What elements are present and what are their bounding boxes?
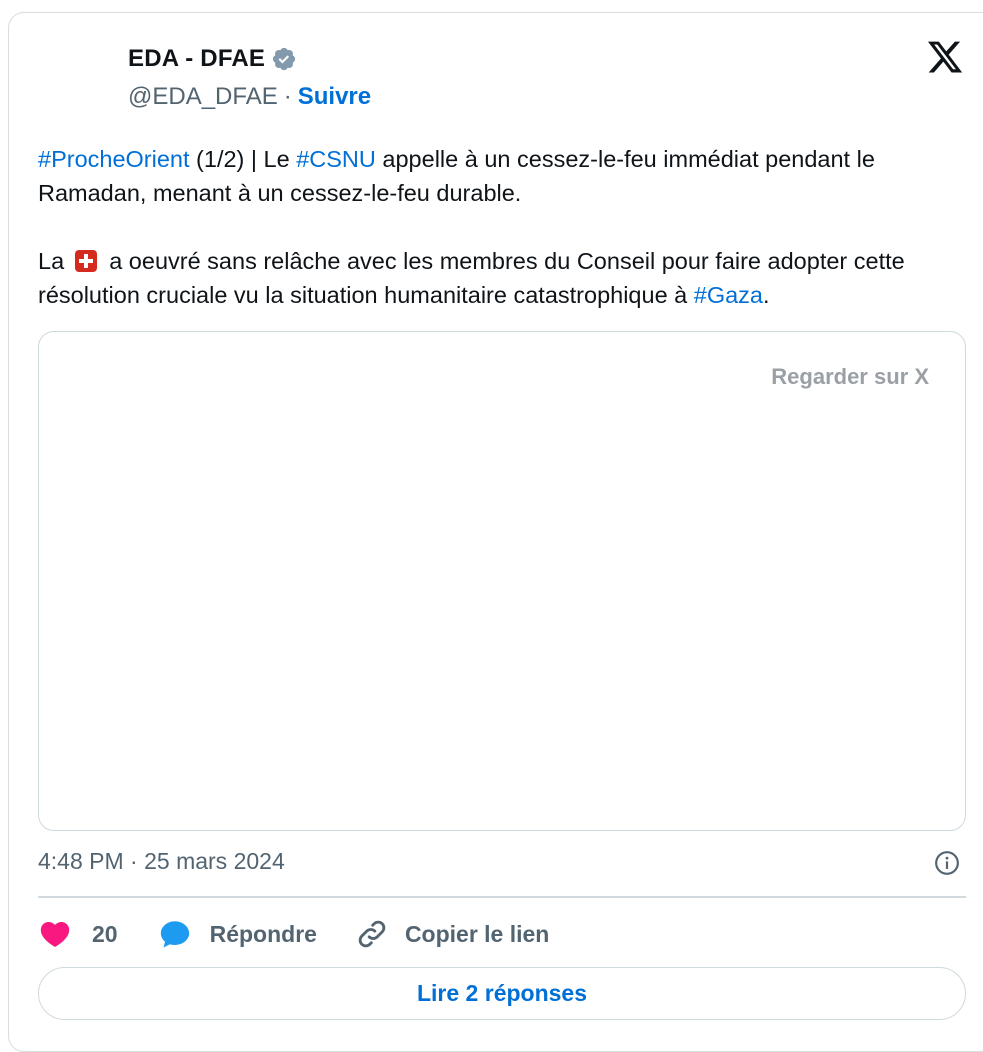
hashtag-link-csnu[interactable]: #CSNU (296, 146, 376, 172)
copy-link-button[interactable]: Copier le lien (355, 917, 549, 951)
hashtag-link-gaza[interactable]: #Gaza (694, 282, 763, 308)
reply-button[interactable]: Répondre (158, 917, 317, 951)
watch-on-x-link[interactable]: Regarder sur X (771, 364, 929, 390)
follow-button[interactable]: Suivre (298, 83, 371, 111)
like-button[interactable]: 20 (38, 917, 118, 951)
read-replies-button[interactable]: Lire 2 réponses (38, 967, 966, 1020)
author-block: EDA - DFAE @EDA_DFAE · Suivre (128, 44, 371, 112)
info-icon[interactable] (934, 850, 960, 876)
author-handle[interactable]: @EDA_DFAE (128, 83, 278, 111)
verified-badge-icon (273, 47, 296, 71)
copy-link-label: Copier le lien (404, 920, 550, 947)
tweet-paragraph-2: La a oeuvré sans relâche avec les membre… (38, 244, 973, 312)
author-name[interactable]: EDA - DFAE (128, 45, 265, 73)
tweet-timestamp[interactable]: 4:48 PM · 25 mars 2024 (38, 848, 285, 875)
divider (38, 896, 966, 898)
tweet-text-segment: La (38, 248, 65, 274)
hashtag-link-procheorient[interactable]: #ProcheOrient (38, 146, 190, 172)
separator-dot: · (283, 83, 292, 110)
reply-label: Répondre (209, 920, 317, 947)
heart-icon (40, 921, 70, 947)
x-logo-icon[interactable] (925, 38, 965, 76)
link-icon (358, 920, 386, 948)
action-bar: 20 Répondre Copier le lien (38, 912, 549, 956)
tweet-text-segment: (1/2) | Le (189, 146, 297, 172)
tweet-text-segment: . (763, 282, 770, 308)
tweet-text-segment: a oeuvré sans relâche avec les membres d… (38, 248, 905, 308)
comment-bubble-icon (160, 921, 189, 948)
video-embed[interactable]: Regarder sur X (38, 331, 966, 831)
tweet-paragraph-1: #ProcheOrient (1/2) | Le #CSNU appelle à… (38, 142, 973, 210)
tweet-text: #ProcheOrient (1/2) | Le #CSNU appelle à… (38, 142, 973, 312)
swiss-flag-icon (74, 250, 97, 272)
like-count: 20 (92, 920, 118, 947)
